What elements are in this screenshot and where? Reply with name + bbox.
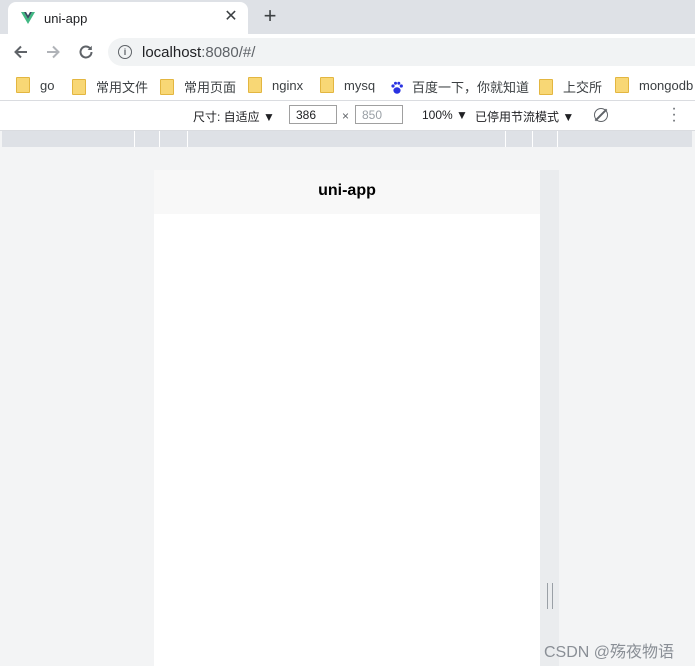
bookmark-nginx[interactable]: nginx (248, 77, 303, 93)
page-title: uni-app (318, 182, 376, 199)
bookmark-label: go (40, 78, 55, 93)
bookmark-go[interactable]: go (16, 77, 54, 93)
url-text[interactable]: localhost:8080/#/ (142, 44, 255, 61)
bookmark-label: 常用页面 (184, 80, 237, 95)
zoom-dropdown[interactable]: 100% ▼ (422, 108, 468, 122)
bookmark-baidu[interactable]: 百度一下，你就知道 (390, 77, 530, 95)
ruler-divider (134, 131, 135, 147)
bookmarks-bar: go 常用文件 常用页面 nginx mysq 百度一下，你就知道 上交所 mo… (0, 70, 695, 101)
ruler-divider (532, 131, 533, 147)
baidu-paw-icon (391, 81, 403, 94)
folder-icon (16, 77, 30, 93)
bookmark-label: mongodb (639, 78, 694, 93)
ruler-divider (505, 131, 506, 147)
vue-logo-icon (21, 12, 35, 24)
watermark: CSDN @殇夜物语 (544, 644, 675, 661)
bookmark-label: mysq (344, 78, 376, 93)
device-size-dropdown[interactable]: 尺寸: 自适应 ▼ (193, 108, 275, 125)
reload-icon[interactable] (74, 40, 98, 64)
bookmark-common-files[interactable]: 常用文件 (72, 77, 149, 95)
device-toolbar: 尺寸: 自适应 ▼ 386 × 850 100% ▼ 已停用节流模式 ▼ · · · (0, 101, 695, 131)
plus-icon[interactable]: + (258, 5, 282, 29)
browser-toolbar: i localhost:8080/#/ (0, 34, 695, 70)
bookmark-label: 百度一下，你就知道 (412, 80, 530, 95)
folder-icon (615, 77, 629, 93)
ruler-divider (187, 131, 188, 147)
folder-icon (72, 79, 86, 95)
url-host: localhost (142, 44, 202, 61)
bookmark-common-pages[interactable]: 常用页面 (160, 77, 237, 95)
ruler-divider (557, 131, 558, 147)
folder-icon (320, 77, 334, 93)
folder-icon (160, 79, 174, 95)
more-options-icon[interactable]: · · · (670, 101, 678, 129)
arrow-left-icon[interactable] (9, 40, 33, 64)
info-icon[interactable]: i (118, 45, 132, 59)
folder-icon (248, 77, 262, 93)
arrow-right-icon[interactable] (41, 40, 65, 64)
address-bar[interactable]: i localhost:8080/#/ (108, 38, 695, 66)
bookmark-label: 上交所 (563, 80, 603, 95)
times-sign: × (342, 109, 350, 123)
folder-icon (539, 79, 553, 95)
tab-title: uni-app (44, 11, 88, 26)
close-icon[interactable]: ✕ (222, 8, 240, 26)
ruler-divider (159, 131, 160, 147)
app-navbar: uni-app (154, 170, 540, 214)
bookmark-mysq[interactable]: mysq (320, 77, 375, 93)
bookmark-mongodb[interactable]: mongodb (615, 77, 693, 93)
browser-tab[interactable]: uni-app ✕ (8, 2, 248, 34)
url-path: :8080/#/ (201, 44, 256, 61)
throttle-dropdown[interactable]: 已停用节流模式 ▼ (475, 108, 574, 125)
width-input[interactable]: 386 (289, 105, 337, 124)
bookmark-label: 常用文件 (96, 80, 149, 95)
bookmark-sse[interactable]: 上交所 (539, 77, 603, 95)
height-input[interactable]: 850 (355, 105, 403, 124)
device-viewport: uni-app (154, 170, 540, 666)
rotate-icon[interactable] (594, 108, 608, 122)
bookmark-label: nginx (272, 78, 304, 93)
resize-handle[interactable] (547, 583, 553, 609)
media-query-ruler[interactable] (2, 131, 692, 147)
tab-strip: uni-app ✕ + (0, 0, 695, 34)
